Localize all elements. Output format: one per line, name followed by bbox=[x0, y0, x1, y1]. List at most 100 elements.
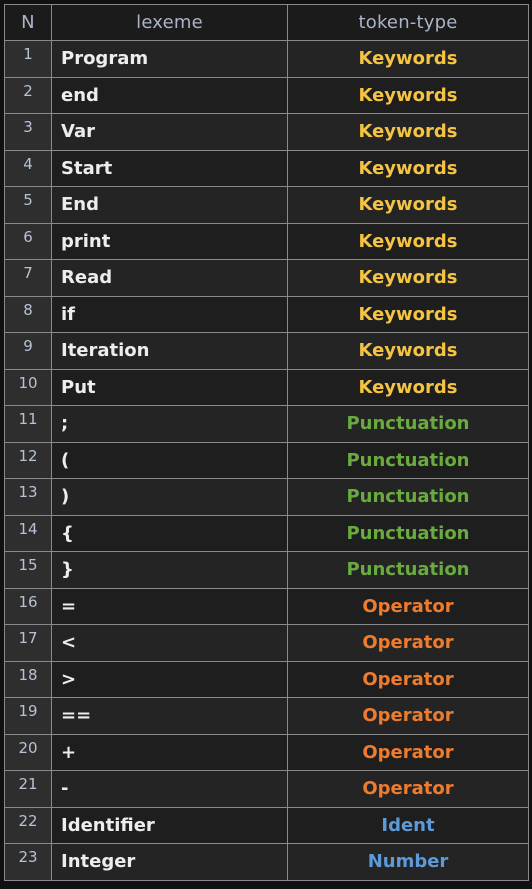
token-type-cell: Keywords bbox=[287, 222, 529, 260]
token-type-cell: Keywords bbox=[287, 40, 529, 78]
table-row: 10 Put Keywords bbox=[4, 368, 529, 406]
table-row: 14{Punctuation bbox=[4, 514, 529, 552]
token-table: N lexeme token-type 1 Program Keywords 2 end… bbox=[4, 4, 529, 881]
table-row: 1 Program Keywords bbox=[4, 40, 529, 78]
lexeme-cell: ) bbox=[51, 478, 288, 516]
token-type-cell: Operator bbox=[287, 733, 529, 771]
row-number: 16 bbox=[4, 587, 52, 625]
table-row: 16 = Operator bbox=[4, 587, 529, 625]
lexeme-cell: { bbox=[51, 514, 288, 552]
column-header-lexeme: lexeme bbox=[51, 4, 288, 41]
lexeme-cell: Start bbox=[51, 149, 288, 187]
lexeme-cell: Put bbox=[51, 368, 288, 406]
lexeme-cell: Program bbox=[51, 40, 288, 78]
table-row: 6 print Keywords bbox=[4, 222, 529, 260]
token-type-cell: Punctuation bbox=[287, 405, 529, 443]
lexeme-cell: Read bbox=[51, 259, 288, 297]
token-type-cell: Keywords bbox=[287, 259, 529, 297]
table-row: 21- Operator bbox=[4, 770, 529, 808]
lexeme-cell: Integer bbox=[51, 843, 288, 881]
lexeme-cell: < bbox=[51, 624, 288, 662]
table-row: 7 Read Keywords bbox=[4, 259, 529, 297]
table-row: 17 < Operator bbox=[4, 624, 529, 662]
lexeme-cell: Iteration bbox=[51, 332, 288, 370]
token-type-cell: Punctuation bbox=[287, 478, 529, 516]
token-table-container: N lexeme token-type 1 Program Keywords 2 end… bbox=[0, 0, 532, 889]
table-body: 1 Program Keywords 2 end Keywords 3 Var Keywords… bbox=[4, 40, 529, 881]
table-row: 11; Punctuation bbox=[4, 405, 529, 443]
table-row: 9 Iteration Keywords bbox=[4, 332, 529, 370]
lexeme-cell: if bbox=[51, 295, 288, 333]
row-number: 6 bbox=[4, 222, 52, 260]
table-row: 15} Punctuation bbox=[4, 551, 529, 589]
table-row: 13) Punctuation bbox=[4, 478, 529, 516]
header-row: N lexeme token-type bbox=[4, 4, 529, 41]
row-number: 13 bbox=[4, 478, 52, 516]
column-header-n: N bbox=[4, 4, 52, 41]
column-header-token-type: token-type bbox=[287, 4, 529, 41]
lexeme-cell: == bbox=[51, 697, 288, 735]
lexeme-cell: end bbox=[51, 76, 288, 114]
token-type-cell: Ident bbox=[287, 806, 529, 844]
row-number: 21 bbox=[4, 770, 52, 808]
row-number: 12 bbox=[4, 441, 52, 479]
token-type-cell: Operator bbox=[287, 660, 529, 698]
token-type-cell: Keywords bbox=[287, 332, 529, 370]
lexeme-cell: } bbox=[51, 551, 288, 589]
token-type-cell: Keywords bbox=[287, 76, 529, 114]
table-row: 2 end Keywords bbox=[4, 76, 529, 114]
table-row: 20 + Operator bbox=[4, 733, 529, 771]
table-row: 4 Start Keywords bbox=[4, 149, 529, 187]
table-row: 19 == Operator bbox=[4, 697, 529, 735]
row-number: 9 bbox=[4, 332, 52, 370]
row-number: 19 bbox=[4, 697, 52, 735]
lexeme-cell: + bbox=[51, 733, 288, 771]
row-number: 18 bbox=[4, 660, 52, 698]
token-type-cell: Punctuation bbox=[287, 551, 529, 589]
table-row: 18 > Operator bbox=[4, 660, 529, 698]
row-number: 17 bbox=[4, 624, 52, 662]
token-type-cell: Operator bbox=[287, 770, 529, 808]
table-row: 3 Var Keywords bbox=[4, 113, 529, 151]
table-row: 23 Integer Number bbox=[4, 843, 529, 881]
lexeme-cell: ( bbox=[51, 441, 288, 479]
row-number: 7 bbox=[4, 259, 52, 297]
row-number: 3 bbox=[4, 113, 52, 151]
lexeme-cell: - bbox=[51, 770, 288, 808]
token-type-cell: Operator bbox=[287, 697, 529, 735]
lexeme-cell: End bbox=[51, 186, 288, 224]
row-number: 4 bbox=[4, 149, 52, 187]
row-number: 11 bbox=[4, 405, 52, 443]
row-number: 20 bbox=[4, 733, 52, 771]
token-type-cell: Keywords bbox=[287, 186, 529, 224]
lexeme-cell: Identifier bbox=[51, 806, 288, 844]
token-type-cell: Number bbox=[287, 843, 529, 881]
row-number: 2 bbox=[4, 76, 52, 114]
row-number: 14 bbox=[4, 514, 52, 552]
row-number: 10 bbox=[4, 368, 52, 406]
row-number: 23 bbox=[4, 843, 52, 881]
row-number: 15 bbox=[4, 551, 52, 589]
row-number: 22 bbox=[4, 806, 52, 844]
table-row: 22 Identifier Ident bbox=[4, 806, 529, 844]
token-type-cell: Keywords bbox=[287, 368, 529, 406]
table-header: N lexeme token-type bbox=[4, 4, 529, 41]
token-type-cell: Punctuation bbox=[287, 514, 529, 552]
table-row: 8 if Keywords bbox=[4, 295, 529, 333]
lexeme-cell: ; bbox=[51, 405, 288, 443]
lexeme-cell: > bbox=[51, 660, 288, 698]
token-type-cell: Keywords bbox=[287, 113, 529, 151]
table-row: 12(Punctuation bbox=[4, 441, 529, 479]
lexeme-cell: print bbox=[51, 222, 288, 260]
token-type-cell: Operator bbox=[287, 587, 529, 625]
table-row: 5 End Keywords bbox=[4, 186, 529, 224]
token-type-cell: Keywords bbox=[287, 295, 529, 333]
token-type-cell: Keywords bbox=[287, 149, 529, 187]
lexeme-cell: = bbox=[51, 587, 288, 625]
row-number: 8 bbox=[4, 295, 52, 333]
lexeme-cell: Var bbox=[51, 113, 288, 151]
token-type-cell: Punctuation bbox=[287, 441, 529, 479]
row-number: 5 bbox=[4, 186, 52, 224]
token-type-cell: Operator bbox=[287, 624, 529, 662]
row-number: 1 bbox=[4, 40, 52, 78]
